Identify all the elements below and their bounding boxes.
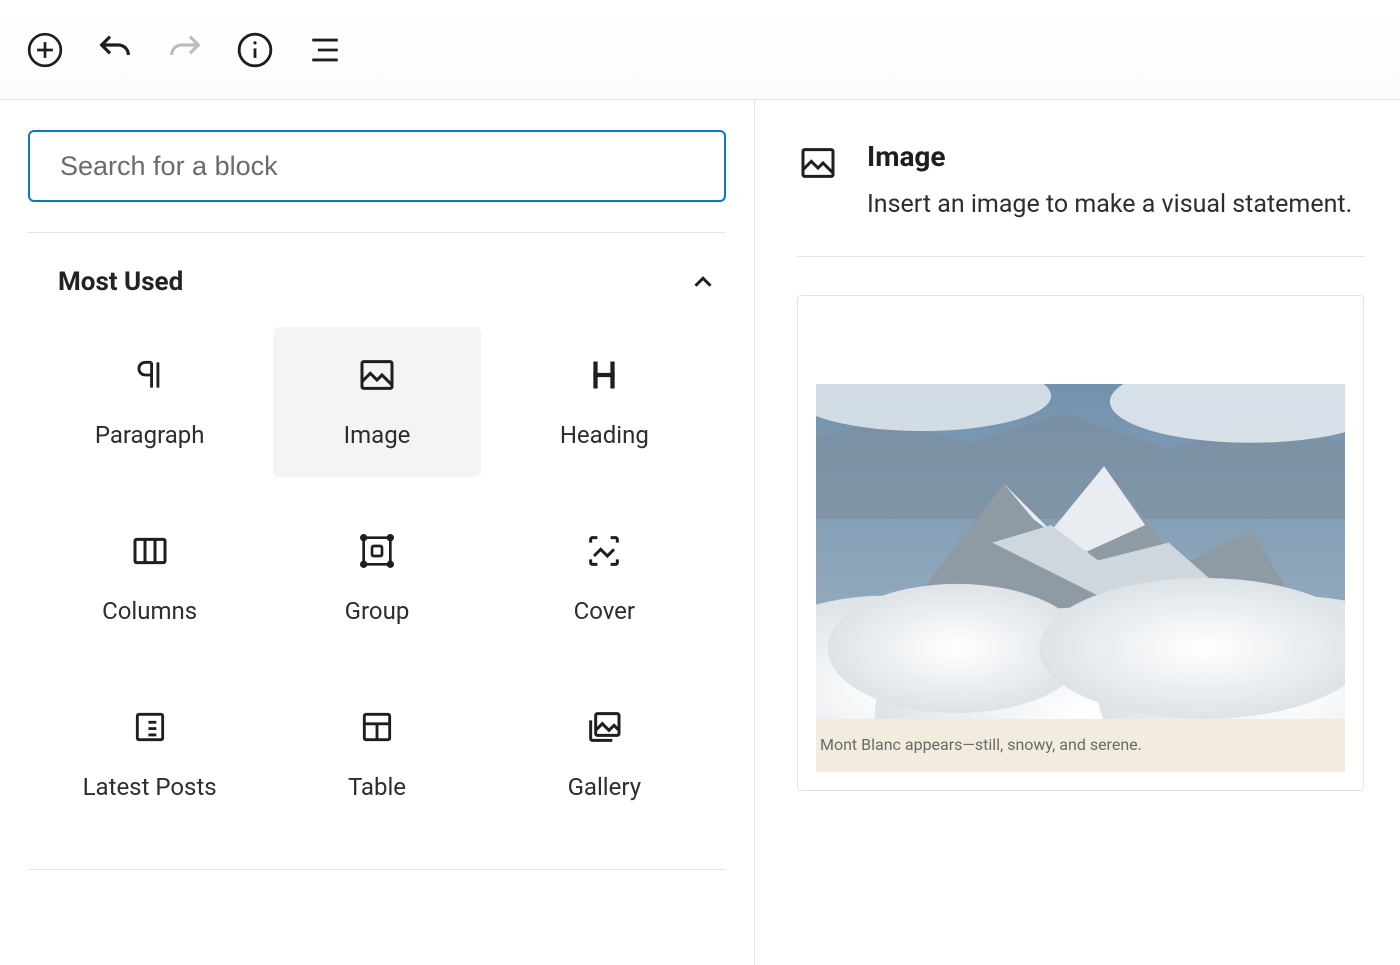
- block-cover[interactable]: Cover: [501, 503, 708, 653]
- block-latest-posts[interactable]: Latest Posts: [46, 679, 253, 829]
- cover-icon: [584, 531, 624, 571]
- block-image[interactable]: Image: [273, 327, 480, 477]
- block-detail-header: Image Insert an image to make a visual s…: [797, 140, 1364, 222]
- plus-circle-icon: [26, 31, 64, 69]
- preview-canvas: Mont Blanc appears—still, snowy, and ser…: [816, 384, 1345, 772]
- block-search-input[interactable]: [28, 130, 726, 202]
- outline-button[interactable]: [305, 30, 345, 70]
- block-paragraph[interactable]: Paragraph: [46, 327, 253, 477]
- block-label: Table: [348, 773, 406, 801]
- editor-toolbar: [0, 0, 1400, 100]
- block-group[interactable]: Group: [273, 503, 480, 653]
- preview-caption: Mont Blanc appears—still, snowy, and ser…: [816, 719, 1345, 754]
- block-gallery[interactable]: Gallery: [501, 679, 708, 829]
- list-outline-icon: [308, 33, 342, 67]
- block-label: Heading: [560, 421, 649, 449]
- block-preview-pane: Image Insert an image to make a visual s…: [755, 100, 1400, 965]
- block-heading[interactable]: Heading: [501, 327, 708, 477]
- heading-icon: [584, 355, 624, 395]
- section-most-used-header[interactable]: Most Used: [28, 233, 726, 307]
- block-list-pane: Most Used Paragraph: [0, 100, 755, 965]
- block-columns[interactable]: Columns: [46, 503, 253, 653]
- undo-icon: [95, 30, 135, 70]
- divider: [28, 869, 726, 870]
- section-title: Most Used: [58, 267, 183, 297]
- redo-icon: [165, 30, 205, 70]
- latest-posts-icon: [130, 707, 170, 747]
- block-label: Paragraph: [95, 421, 205, 449]
- block-label: Columns: [102, 597, 197, 625]
- block-label: Latest Posts: [83, 773, 217, 801]
- gallery-icon: [584, 707, 624, 747]
- block-label: Cover: [574, 597, 635, 625]
- block-label: Image: [344, 421, 411, 449]
- block-grid: Paragraph Image Headi: [28, 307, 726, 829]
- paragraph-icon: [130, 355, 170, 395]
- block-detail-title: Image: [867, 140, 1352, 173]
- preview-image: [816, 384, 1345, 719]
- block-preview-card: Mont Blanc appears—still, snowy, and ser…: [797, 295, 1364, 791]
- block-label: Gallery: [568, 773, 642, 801]
- undo-button[interactable]: [95, 30, 135, 70]
- info-button[interactable]: [235, 30, 275, 70]
- table-icon: [357, 707, 397, 747]
- chevron-up-icon: [688, 267, 718, 297]
- image-icon: [797, 142, 839, 184]
- block-table[interactable]: Table: [273, 679, 480, 829]
- group-icon: [357, 531, 397, 571]
- add-block-button[interactable]: [25, 30, 65, 70]
- columns-icon: [130, 531, 170, 571]
- block-detail-description: Insert an image to make a visual stateme…: [867, 187, 1352, 222]
- image-icon: [357, 355, 397, 395]
- divider: [797, 256, 1364, 257]
- block-inserter-panel: Most Used Paragraph: [0, 99, 1400, 965]
- info-icon: [236, 31, 274, 69]
- block-label: Group: [345, 597, 410, 625]
- redo-button[interactable]: [165, 30, 205, 70]
